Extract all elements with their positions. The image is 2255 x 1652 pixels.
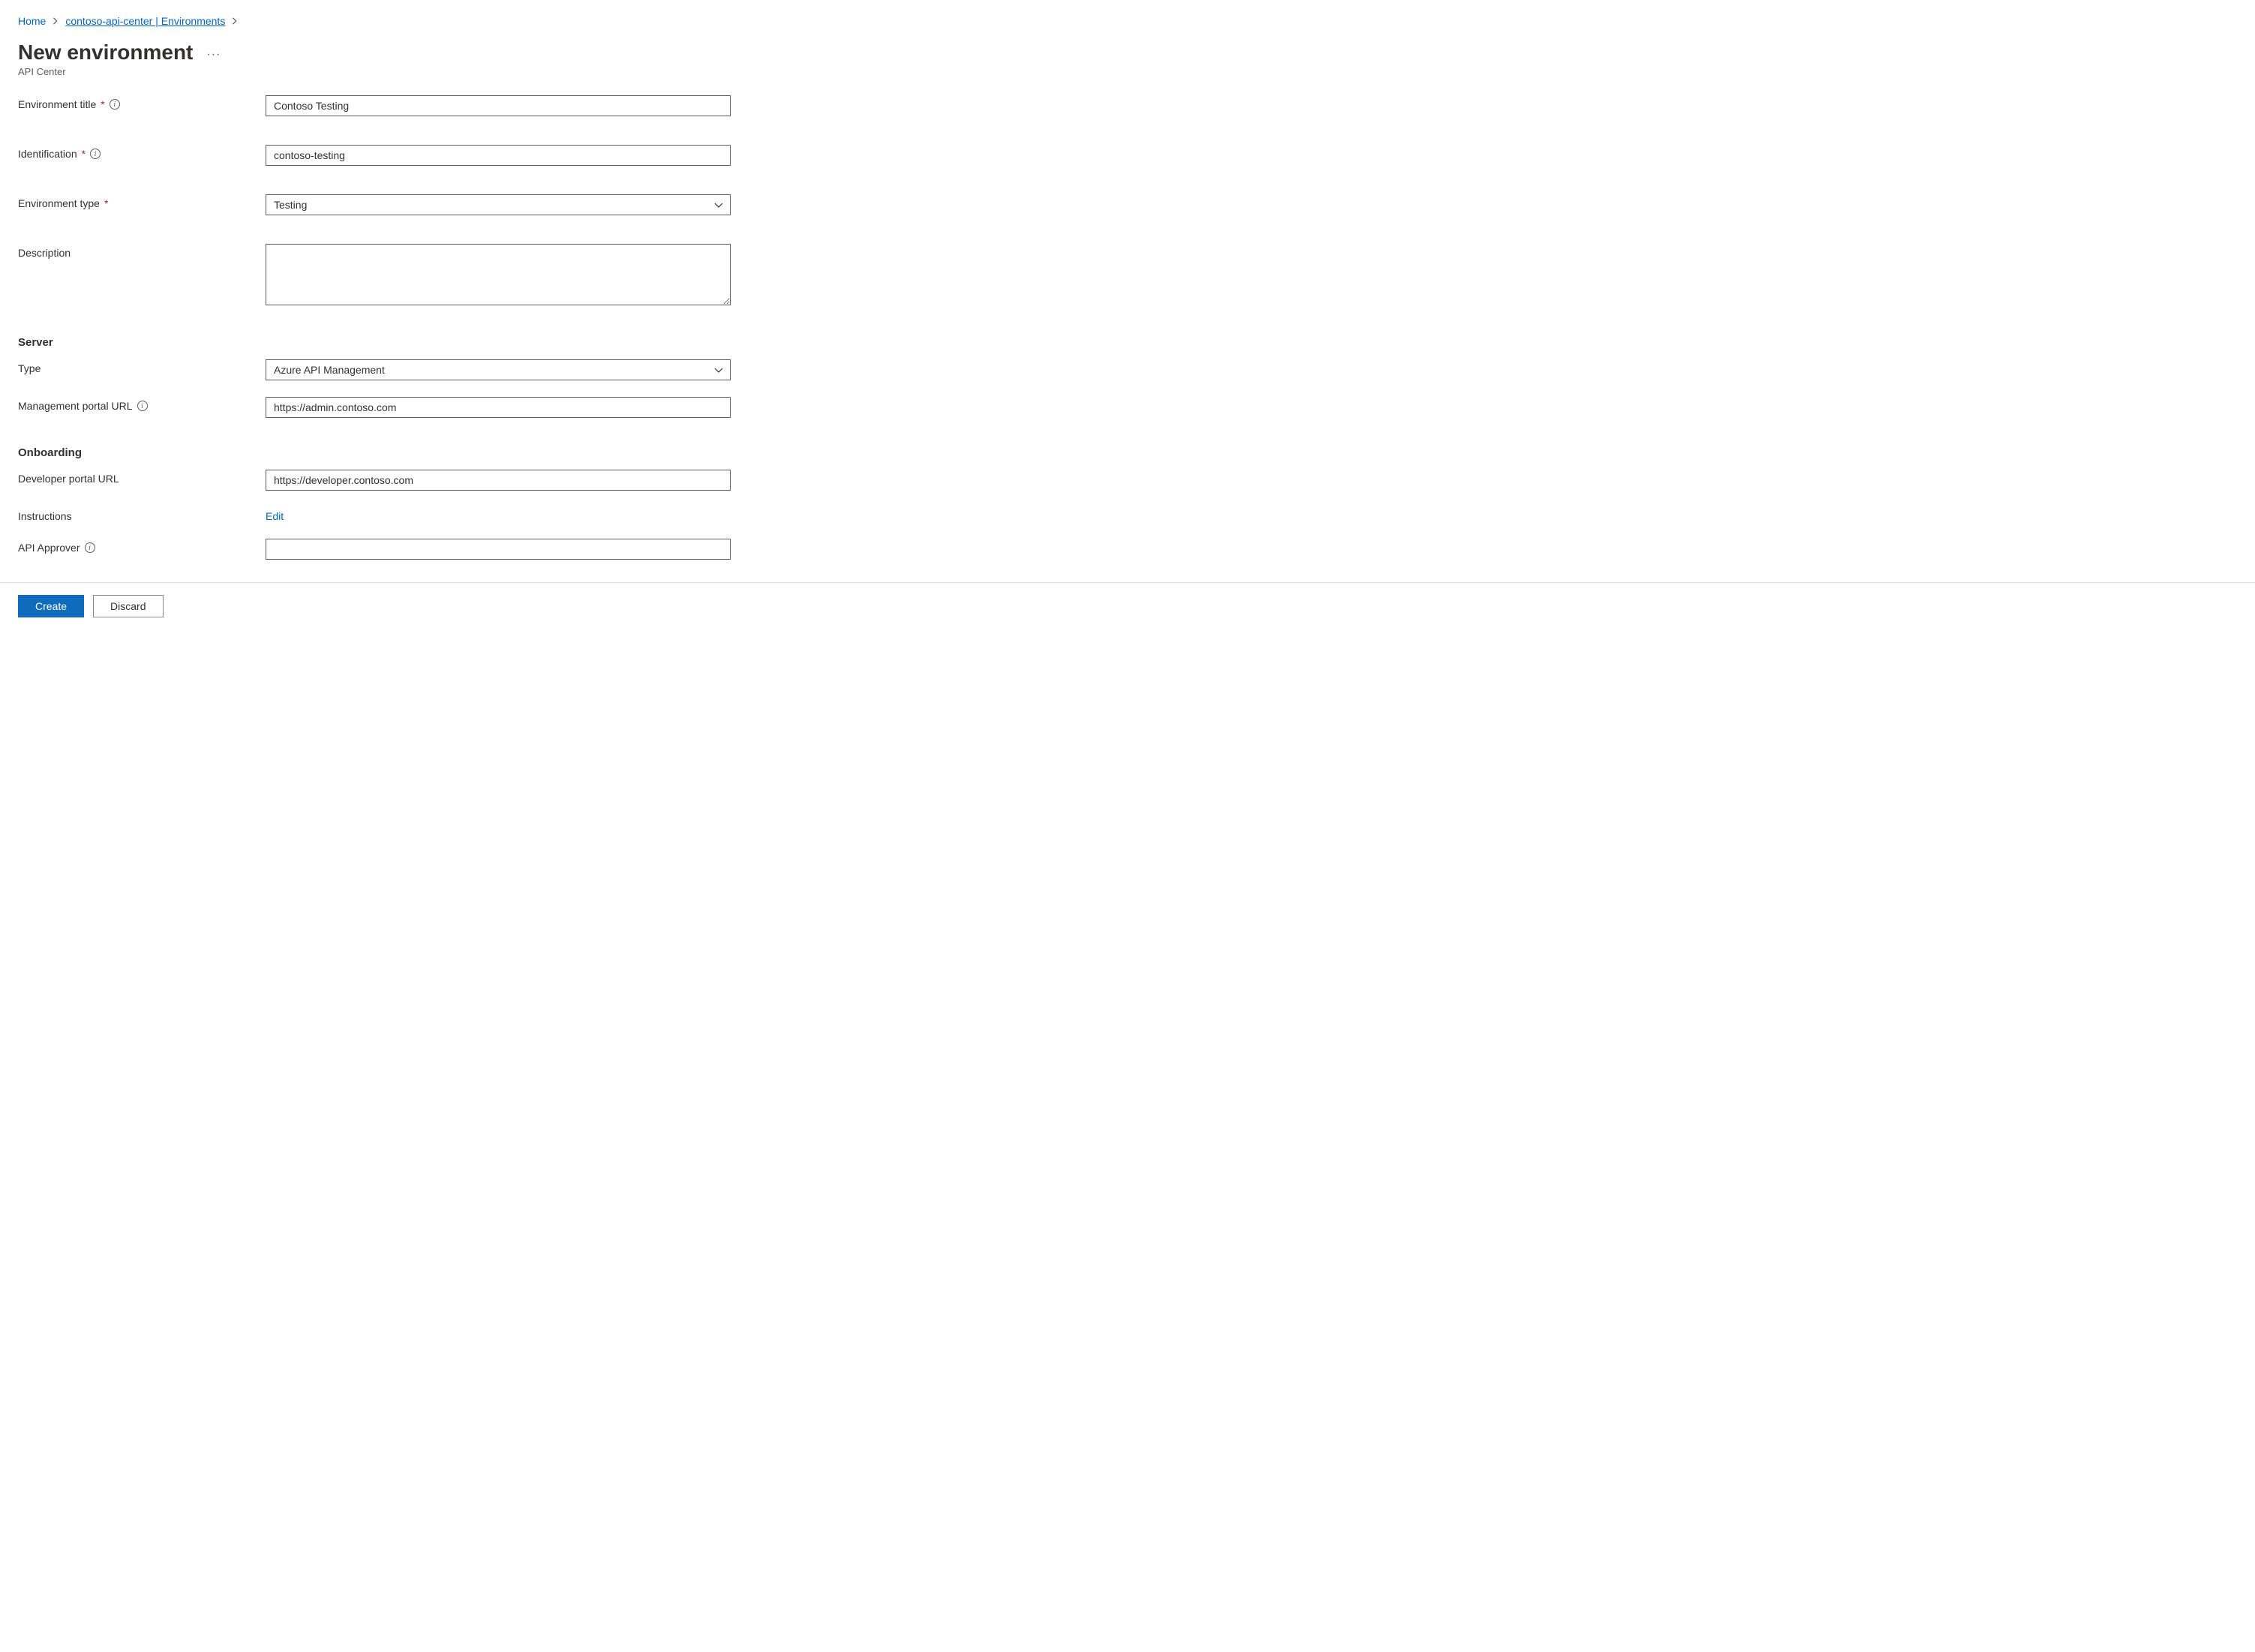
- server-type-label: Type: [18, 362, 41, 374]
- required-indicator: *: [104, 197, 108, 209]
- breadcrumb-parent[interactable]: contoso-api-center | Environments: [65, 15, 225, 27]
- breadcrumb-home[interactable]: Home: [18, 15, 46, 27]
- server-heading: Server: [18, 336, 738, 349]
- required-indicator: *: [101, 98, 104, 110]
- required-indicator: *: [82, 148, 86, 160]
- server-type-select[interactable]: [266, 359, 731, 380]
- env-type-label: Environment type: [18, 197, 100, 209]
- approver-input[interactable]: [266, 539, 731, 560]
- chevron-right-icon: [231, 17, 239, 25]
- env-type-select[interactable]: [266, 194, 731, 215]
- mgmt-url-input[interactable]: [266, 397, 731, 418]
- description-label: Description: [18, 247, 71, 259]
- discard-button[interactable]: Discard: [93, 595, 163, 617]
- info-icon[interactable]: i: [90, 149, 101, 159]
- env-title-label: Environment title: [18, 98, 96, 110]
- page-header: New environment ··· API Center: [18, 41, 2237, 77]
- page-subtitle: API Center: [18, 66, 2237, 77]
- info-icon[interactable]: i: [85, 542, 95, 553]
- page-title: New environment: [18, 41, 193, 65]
- approver-label: API Approver: [18, 542, 80, 554]
- breadcrumb: Home contoso-api-center | Environments: [18, 15, 2237, 27]
- mgmt-url-label: Management portal URL: [18, 400, 133, 412]
- dev-url-label: Developer portal URL: [18, 473, 119, 485]
- footer-bar: Create Discard: [0, 582, 2255, 629]
- env-title-input[interactable]: [266, 95, 731, 116]
- create-button[interactable]: Create: [18, 595, 84, 617]
- identification-label: Identification: [18, 148, 77, 160]
- dev-url-input[interactable]: [266, 470, 731, 491]
- onboarding-heading: Onboarding: [18, 446, 738, 459]
- instructions-label: Instructions: [18, 510, 72, 522]
- description-input[interactable]: [266, 244, 731, 305]
- info-icon[interactable]: i: [137, 401, 148, 411]
- identification-input[interactable]: [266, 145, 731, 166]
- more-actions-button[interactable]: ···: [206, 44, 221, 62]
- info-icon[interactable]: i: [110, 99, 120, 110]
- edit-instructions-link[interactable]: Edit: [266, 507, 284, 522]
- chevron-right-icon: [52, 17, 59, 25]
